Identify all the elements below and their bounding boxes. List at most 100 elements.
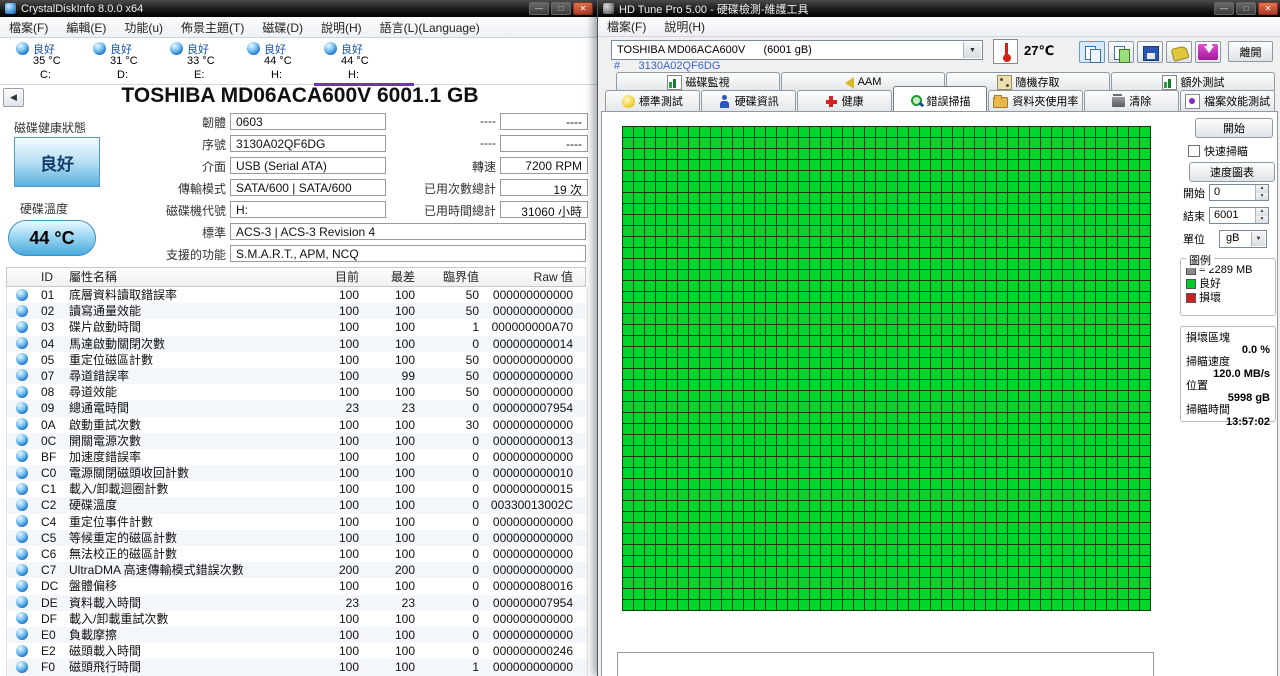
attr-worst: 100 [394, 498, 415, 513]
menu-item[interactable]: 語言(L)(Language) [371, 17, 489, 37]
smart-row-01[interactable]: 01 底層資料讀取錯誤率 100 100 50 000000000000 [7, 287, 587, 303]
close-button[interactable]: ✕ [1258, 2, 1278, 15]
attr-name: 無法校正的磁區計數 [69, 547, 178, 561]
smart-row-C5[interactable]: C5 等候重定的磁區計數 100 100 0 000000000000 [7, 529, 587, 546]
smart-row-C1[interactable]: C1 載入/卸載迴圈計數 100 100 0 000000000015 [7, 481, 587, 497]
tab-磁碟監視[interactable]: 磁碟監視 [616, 72, 780, 91]
smart-row-BF[interactable]: BF 加速度錯誤率 100 100 0 000000000000 [7, 449, 587, 465]
attr-raw: 000000000000 [492, 611, 573, 626]
copy-report-icon[interactable] [1079, 41, 1105, 63]
menu-item[interactable]: 佈景主題(T) [172, 17, 253, 37]
smart-table-header: ID 屬性名稱 目前 最差 臨界值 Raw 值 [6, 267, 586, 287]
smart-row-09[interactable]: 09 總通電時間 23 23 0 000000007954 [7, 400, 587, 417]
chevron-down-icon[interactable]: ▼ [963, 42, 981, 58]
scan-end-label: 結束 [1183, 210, 1205, 223]
menu-item[interactable]: 功能(u) [115, 17, 172, 37]
smart-row-03[interactable]: 03 碟片啟動時間 100 100 1 000000000A70 [7, 319, 587, 335]
smart-row-DF[interactable]: DF 載入/卸載重試次數 100 100 0 000000000000 [7, 611, 587, 627]
smart-row-C7[interactable]: C7 UltraDMA 高速傳輸模式錯誤次數 200 200 0 000000000000 [7, 562, 587, 579]
tab-資料夾使用率[interactable]: 資料夾使用率 [988, 90, 1084, 111]
smart-row-C6[interactable]: C6 無法校正的磁區計數 100 100 0 000000000000 [7, 546, 587, 562]
drive-tab-D-1[interactable]: 良好 31 °C D: [93, 41, 169, 83]
drive-tab-H-4[interactable]: 良好 44 °C H: [314, 41, 414, 86]
health-status-badge[interactable]: 良好 [14, 137, 100, 187]
smart-row-DE[interactable]: DE 資料載入時間 23 23 0 000000007954 [7, 594, 587, 611]
tab-檔案效能測試[interactable]: 檔案效能測試 [1180, 90, 1276, 111]
field-value: S.M.A.R.T., APM, NCQ [230, 245, 586, 262]
smart-row-E2[interactable]: E2 磁頭載入時間 100 100 0 000000000246 [7, 643, 587, 659]
options-icon[interactable] [1166, 41, 1192, 63]
tab-標準測試[interactable]: 標準測試 [605, 90, 700, 111]
col-header-threshold: 臨界值 [442, 270, 479, 284]
error-scan-panel: 開始 快速掃瞄 速度圖表 開始 0 ▲ ▼ 結束 6001 ▲ ▼ 單位 gB … [601, 111, 1278, 676]
quick-scan-checkbox[interactable] [1188, 145, 1200, 157]
maximize-button[interactable]: □ [551, 2, 571, 15]
tab-label: 額外測試 [1180, 77, 1225, 89]
smart-row-04[interactable]: 04 馬達啟動關閉次數 100 100 0 000000000014 [7, 335, 587, 352]
field-label: 傳輸模式 [177, 182, 226, 196]
chevron-down-icon[interactable]: ▼ [1251, 232, 1265, 246]
health-orb-icon [93, 42, 106, 55]
speed-map-button[interactable]: 速度圖表 [1189, 162, 1275, 182]
menu-item[interactable]: 磁碟(D) [253, 17, 312, 37]
attr-threshold: 0 [472, 514, 479, 529]
field-value: 31060 小時 [500, 201, 588, 218]
spinner-arrows-icon[interactable]: ▲ ▼ [1255, 208, 1268, 223]
menu-item[interactable]: 檔案(F) [598, 17, 655, 36]
smart-row-08[interactable]: 08 尋道效能 100 100 50 000000000000 [7, 384, 587, 400]
legend-item: 損壞 [1186, 291, 1270, 305]
attr-name: 電源關閉磁頭收回計數 [69, 466, 190, 481]
attr-worst: 100 [394, 320, 415, 335]
smart-row-0C[interactable]: 0C 開關電源次數 100 100 0 000000000013 [7, 432, 587, 449]
minimize-button[interactable]: — [529, 2, 549, 15]
attr-current: 100 [338, 547, 359, 561]
field-value: 3130A02QF6DG [230, 135, 386, 152]
tab-清除[interactable]: 清除 [1084, 90, 1180, 111]
menu-item[interactable]: 編輯(E) [57, 17, 115, 37]
smart-row-F0[interactable]: F0 磁頭飛行時間 100 100 1 000000000000 [7, 659, 587, 676]
download-icon[interactable] [1195, 41, 1221, 63]
smart-row-C4[interactable]: C4 重定位事件計數 100 100 0 000000000000 [7, 514, 587, 530]
attr-worst: 100 [394, 385, 415, 400]
exit-button[interactable]: 離開 [1228, 41, 1273, 62]
tab-錯誤掃描[interactable]: 錯誤掃描 [892, 86, 988, 111]
back-button[interactable]: ◀ [3, 88, 24, 107]
scan-start-input[interactable]: 0 ▲ ▼ [1209, 184, 1269, 201]
menu-item[interactable]: 說明(H) [655, 17, 714, 36]
drive-tab-C-0[interactable]: 良好 35 °C C: [16, 41, 92, 83]
drive-tab-H-3[interactable]: 良好 44 °C H: [247, 41, 323, 83]
attr-worst: 100 [394, 514, 415, 529]
attr-threshold: 0 [472, 336, 479, 351]
smart-row-05[interactable]: 05 重定位磁區計數 100 100 50 000000000000 [7, 352, 587, 368]
attr-threshold: 30 [465, 417, 479, 432]
unit-dropdown[interactable]: gB ▼ [1219, 230, 1267, 248]
health-orb-icon [16, 42, 29, 55]
hdtune-window: HD Tune Pro 5.00 - 硬碟檢測-維護工具 — □ ✕ 檔案(F) 說明… [597, 0, 1280, 676]
spinner-arrows-icon[interactable]: ▲ ▼ [1255, 185, 1268, 200]
smart-row-0A[interactable]: 0A 啟動重試次數 100 100 30 000000000000 [7, 417, 587, 433]
smart-row-C2[interactable]: C2 硬碟溫度 100 100 0 00330013002C [7, 497, 587, 514]
drive-tab-E-2[interactable]: 良好 33 °C E: [170, 41, 246, 83]
maximize-button[interactable]: □ [1236, 2, 1256, 15]
close-button[interactable]: ✕ [573, 2, 593, 15]
minimize-button[interactable]: — [1214, 2, 1234, 15]
start-scan-button[interactable]: 開始 [1195, 118, 1273, 138]
scan-end-input[interactable]: 6001 ▲ ▼ [1209, 207, 1269, 224]
smart-row-02[interactable]: 02 讀寫通量效能 100 100 50 000000000000 [7, 303, 587, 320]
attr-raw: 000000007954 [492, 401, 573, 416]
scan-stats-group: 損壞區塊 0.0 % 掃瞄速度 120.0 MB/s 位置 5998 gB 掃瞄時間 13:5… [1180, 326, 1276, 428]
copy-image-icon[interactable] [1108, 41, 1134, 63]
temperature-badge[interactable]: 44 °C [8, 220, 96, 256]
smart-row-07[interactable]: 07 尋道錯誤率 100 99 50 000000000000 [7, 367, 587, 385]
tab-硬碟資訊[interactable]: 硬碟資訊 [700, 90, 796, 111]
tab-額外測試[interactable]: 額外測試 [1111, 72, 1275, 91]
menu-item[interactable]: 檔案(F) [0, 17, 57, 37]
smart-row-E0[interactable]: E0 負載摩擦 100 100 0 000000000000 [7, 626, 587, 644]
smart-row-DC[interactable]: DC 盤體偏移 100 100 0 000000080016 [7, 578, 587, 594]
smart-row-C0[interactable]: C0 電源關閉磁頭收回計數 100 100 0 000000000010 [7, 465, 587, 482]
info-person-icon [718, 94, 731, 108]
save-icon[interactable] [1137, 41, 1163, 63]
tab-健康[interactable]: 健康 [796, 90, 892, 111]
menu-item[interactable]: 說明(H) [312, 17, 371, 37]
drive-select-combobox[interactable]: TOSHIBA MD06ACA600V (6001 gB) ▼ [611, 40, 983, 60]
